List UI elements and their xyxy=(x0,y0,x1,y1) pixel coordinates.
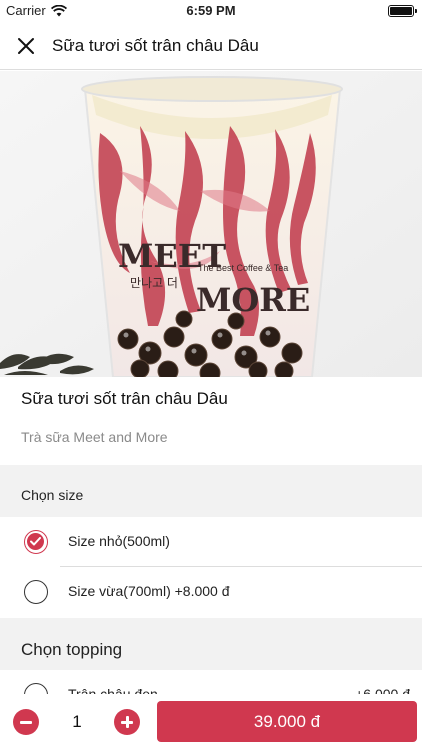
topping-section-title: Chọn topping xyxy=(21,640,123,659)
radio-unchecked-icon[interactable] xyxy=(24,580,48,604)
status-time: 6:59 PM xyxy=(186,3,236,18)
cup-tagline-text: The Best Coffee & Tea xyxy=(198,263,288,273)
product-name: Sữa tươi sốt trân châu Dâu xyxy=(21,389,228,408)
cup-korean-text: 만나고 더 xyxy=(130,276,178,290)
quantity-value: 1 xyxy=(72,712,82,731)
product-info: Sữa tươi sốt trân châu Dâu Trà sữa Meet … xyxy=(0,377,422,465)
bubble-tea-illustration: MEET The Best Coffee & Tea 만나고 더 MORE xyxy=(0,71,422,377)
radio-checked-icon[interactable] xyxy=(24,530,48,554)
product-shop-name: Trà sữa Meet and More xyxy=(21,429,168,445)
navigation-bar: Sữa tươi sốt trân châu Dâu xyxy=(0,22,422,70)
size-option-label: Size vừa(700ml) +8.000 đ xyxy=(68,583,230,599)
cup-brand-text-more: MORE xyxy=(196,281,310,319)
minus-icon xyxy=(20,720,32,724)
size-option-small[interactable]: Size nhỏ(500ml) xyxy=(0,517,422,567)
size-option-label: Size nhỏ(500ml) xyxy=(68,533,170,549)
status-bar: Carrier 6:59 PM xyxy=(0,0,422,22)
product-image: MEET The Best Coffee & Tea 만나고 더 MORE xyxy=(0,71,422,377)
close-button[interactable] xyxy=(14,34,38,58)
close-icon xyxy=(18,38,34,54)
topping-section-header: Chọn topping xyxy=(0,618,422,670)
size-section-header: Chọn size xyxy=(0,465,422,517)
increase-quantity-button[interactable] xyxy=(114,709,140,735)
plus-icon-vertical xyxy=(125,716,129,728)
decrease-quantity-button[interactable] xyxy=(13,709,39,735)
size-option-medium[interactable]: Size vừa(700ml) +8.000 đ xyxy=(0,567,422,617)
cart-bar: 1 39.000 đ xyxy=(0,694,422,750)
add-to-cart-button[interactable]: 39.000 đ xyxy=(157,701,417,742)
battery-icon xyxy=(388,5,417,17)
size-section-title: Chọn size xyxy=(21,487,84,503)
page-title: Sữa tươi sốt trân châu Dâu xyxy=(52,36,259,55)
